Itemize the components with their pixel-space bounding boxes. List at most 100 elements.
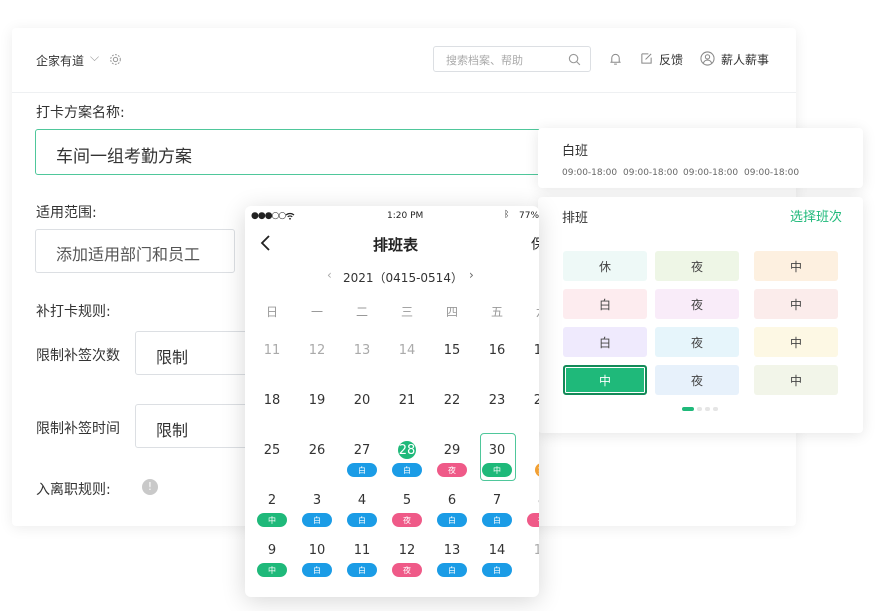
bell-icon[interactable]	[609, 52, 622, 66]
plan-name-input[interactable]: 车间一组考勤方案	[35, 129, 555, 175]
calendar-day[interactable]: 25	[252, 443, 292, 458]
shift-badge: 白	[437, 513, 467, 527]
add-scope-label: 添加适用部门和员工	[56, 245, 201, 264]
calendar-day[interactable]: 7	[477, 493, 517, 508]
search-input[interactable]: 搜索档案、帮助	[433, 46, 591, 72]
shift-option[interactable]: 夜	[655, 327, 739, 357]
weekday-header: 三	[400, 305, 413, 319]
plan-name-label: 打卡方案名称:	[36, 105, 125, 121]
shift-option[interactable]: 休	[563, 251, 647, 281]
calendar-day[interactable]: 29	[432, 443, 472, 458]
calendar-day[interactable]: 18	[252, 393, 292, 408]
calendar-day[interactable]: 4	[342, 493, 382, 508]
top-bar: 企家有道 ⌵ 搜索档案、帮助 反馈 薪人薪事	[12, 28, 796, 93]
shift-badge: 夜	[527, 513, 539, 527]
calendar-day[interactable]: 22	[432, 393, 472, 408]
calendar-day[interactable]: 10	[297, 543, 337, 558]
shift-badge: 中	[257, 513, 287, 527]
calendar-day[interactable]: 23	[477, 393, 517, 408]
shift-time: 09:00-18:00	[744, 168, 800, 178]
shift-option[interactable]: 中	[754, 251, 838, 281]
calendar-day[interactable]: 17	[522, 343, 539, 358]
calendar-day[interactable]: 11	[252, 343, 292, 358]
shift-badge: 白	[482, 513, 512, 527]
calendar-day[interactable]: 24	[522, 393, 539, 408]
feedback-link[interactable]: 反馈	[659, 51, 683, 68]
brand-name[interactable]: 企家有道	[36, 52, 84, 69]
shift-option[interactable]: 夜	[655, 251, 739, 281]
shift-grid: 休夜中白夜中白夜中中夜中	[538, 197, 863, 433]
calendar-day[interactable]: 8	[522, 493, 539, 508]
calendar-day[interactable]: 12	[297, 343, 337, 358]
calendar-day[interactable]: 11	[342, 543, 382, 558]
shift-time: 09:00-18:00	[623, 168, 679, 178]
add-scope-button[interactable]: 添加适用部门和员工	[35, 229, 235, 273]
help-icon[interactable]: !	[142, 479, 158, 495]
shift-badge: 中	[257, 563, 287, 577]
calendar-day[interactable]: 16	[477, 343, 517, 358]
phone-schedule: ●●●○○ 1:20 PM ᛒ 77% 排班表 保 ‹ 2021（0415-05…	[245, 206, 539, 597]
search-placeholder: 搜索档案、帮助	[446, 54, 523, 67]
weekday-header: 一	[310, 305, 323, 319]
chevron-down-icon[interactable]: ⌵	[90, 50, 99, 65]
search-icon[interactable]	[568, 53, 581, 66]
limit-count-label: 限制补签次数	[36, 348, 120, 364]
shift-option[interactable]: 夜	[655, 289, 739, 319]
calendar-day[interactable]: 30	[477, 443, 517, 458]
shift-time: 09:00-18:00	[683, 168, 739, 178]
shift-option[interactable]: 白	[563, 289, 647, 319]
user-name[interactable]: 薪人薪事	[721, 51, 769, 68]
shift-option[interactable]: 中	[563, 365, 647, 395]
shift-badge: 白	[437, 563, 467, 577]
onboard-rules-label: 入离职规则:	[36, 482, 111, 498]
limit-time-value: 限制	[156, 421, 189, 440]
page-dot[interactable]	[705, 407, 710, 411]
calendar-day[interactable]: 19	[297, 393, 337, 408]
shift-option[interactable]: 夜	[655, 365, 739, 395]
makeup-rules-label: 补打卡规则:	[36, 304, 111, 320]
calendar-day[interactable]: 14	[387, 343, 427, 358]
schedule-card: 排班 选择班次 休夜中白夜中白夜中中夜中	[538, 197, 863, 433]
calendar-day[interactable]: 15	[432, 343, 472, 358]
calendar-day[interactable]: 5	[387, 493, 427, 508]
page-dot[interactable]	[697, 407, 702, 411]
calendar-day[interactable]: 15	[522, 543, 539, 558]
calendar-grid: 日一二三四五六111213141516171819202122232425262…	[245, 206, 539, 597]
calendar-day[interactable]: 14	[477, 543, 517, 558]
limit-count-value: 限制	[156, 348, 189, 367]
weekday-header: 日	[265, 305, 278, 319]
user-avatar-icon[interactable]	[700, 51, 715, 66]
calendar-day[interactable]: 2	[252, 493, 292, 508]
shift-badge: 白	[347, 563, 377, 577]
calendar-day[interactable]: 20	[342, 393, 382, 408]
shift-badge: 白	[392, 463, 422, 477]
page-dot-active[interactable]	[682, 407, 694, 411]
feedback-icon[interactable]	[640, 52, 653, 65]
gear-icon[interactable]	[109, 53, 122, 66]
shift-badge: 白	[347, 513, 377, 527]
calendar-day[interactable]: 27	[342, 443, 382, 458]
shift-badge: 白	[302, 513, 332, 527]
shift-badge: 白	[347, 463, 377, 477]
weekday-header: 五	[490, 305, 503, 319]
calendar-day[interactable]: 21	[387, 393, 427, 408]
calendar-day[interactable]: 3	[297, 493, 337, 508]
calendar-day[interactable]: 1	[522, 443, 539, 458]
shift-badge: 中	[482, 463, 512, 477]
calendar-day[interactable]: 26	[297, 443, 337, 458]
calendar-day[interactable]: 13	[342, 343, 382, 358]
calendar-day[interactable]: 6	[432, 493, 472, 508]
calendar-day[interactable]: 12	[387, 543, 427, 558]
calendar-day[interactable]: 28	[387, 443, 427, 458]
shift-option[interactable]: 中	[754, 365, 838, 395]
shift-option[interactable]: 中	[754, 327, 838, 357]
shift-option[interactable]: 中	[754, 289, 838, 319]
page-dot[interactable]	[713, 407, 718, 411]
shift-badge: 夜	[437, 463, 467, 477]
shift-badge: 白	[482, 563, 512, 577]
scope-label: 适用范围:	[36, 205, 97, 221]
shift-option[interactable]: 白	[563, 327, 647, 357]
calendar-day[interactable]: 13	[432, 543, 472, 558]
calendar-day[interactable]: 9	[252, 543, 292, 558]
weekday-header: 二	[355, 305, 368, 319]
